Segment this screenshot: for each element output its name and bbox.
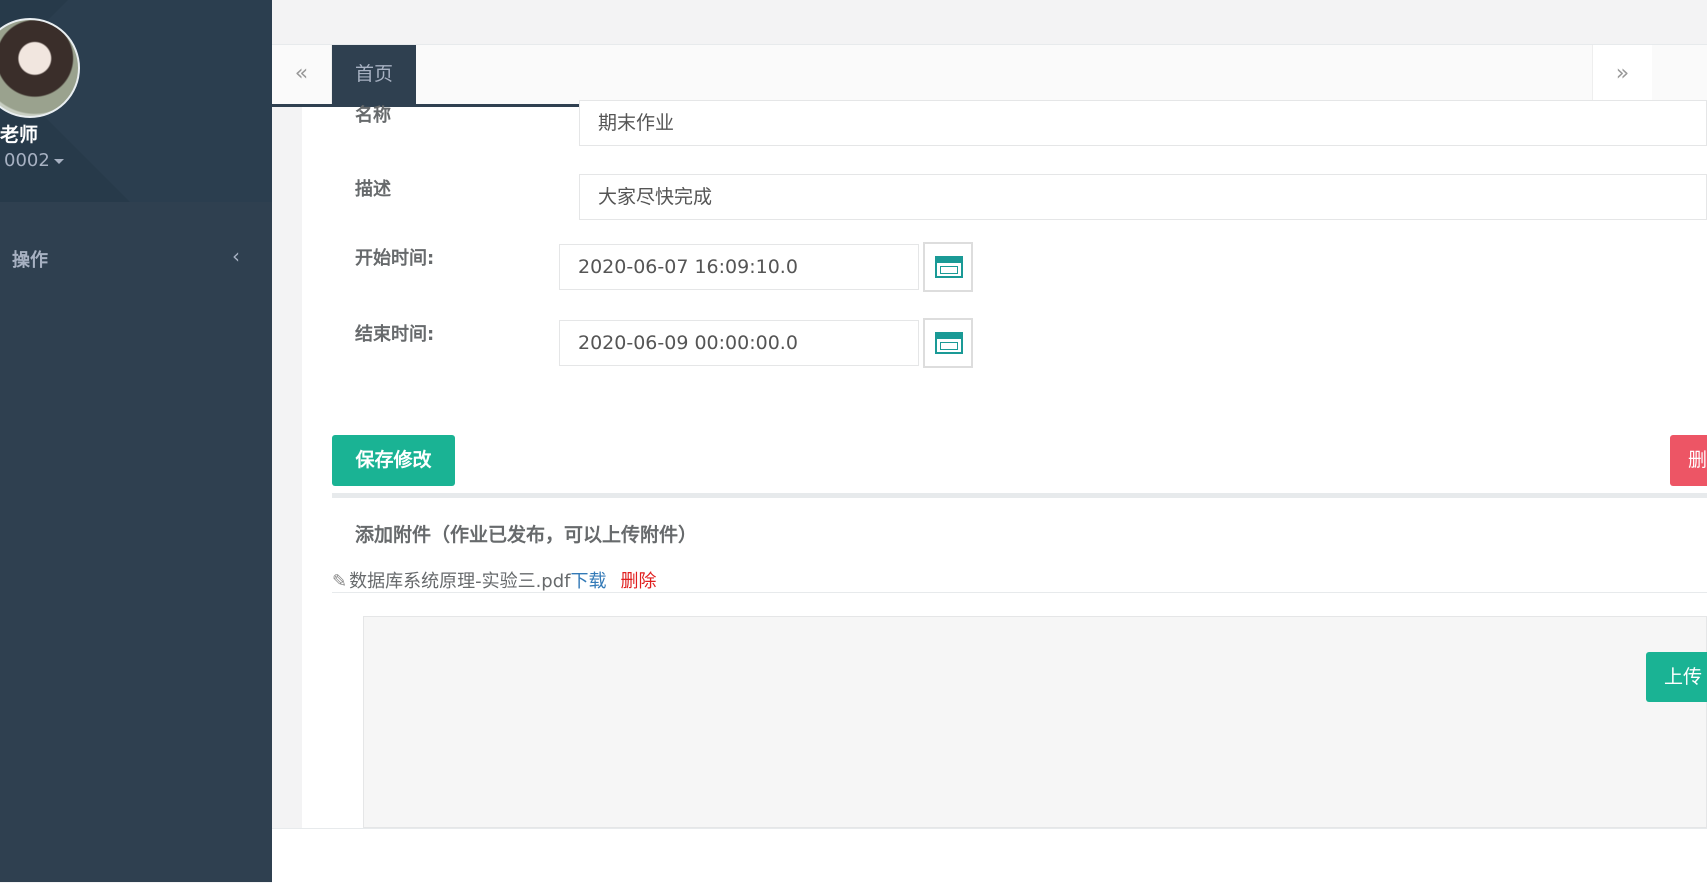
chevron-left-icon: ‹ (232, 244, 240, 268)
sidebar: 老师 0002 操作 ‹ (0, 0, 272, 882)
tab-home[interactable]: 首页 (332, 45, 416, 104)
paperclip-icon: ✎ (332, 571, 348, 592)
caret-down-icon (53, 158, 64, 164)
upload-button[interactable]: 上传 (1646, 652, 1707, 702)
start-time-label: 开始时间: (355, 248, 435, 269)
name-field[interactable]: 期末作业 (579, 100, 1707, 146)
tab-scroll-right-button[interactable]: » (1592, 45, 1652, 104)
upload-dropzone[interactable] (363, 616, 1707, 828)
profile-panel: 老师 0002 (0, 0, 272, 202)
user-name: 老师 (0, 124, 39, 146)
sidebar-item-label: 操作 (12, 250, 48, 271)
remove-attachment-link[interactable]: 删除 (621, 571, 657, 592)
footer-bar (272, 828, 1707, 883)
name-label: 名称 (355, 105, 391, 126)
end-time-field[interactable]: 2020-06-09 00:00:00.0 (559, 320, 919, 366)
tab-bar: « 首页 » (272, 45, 1707, 107)
end-time-label: 结束时间: (355, 324, 435, 345)
end-calendar-button[interactable] (923, 318, 973, 368)
start-time-field[interactable]: 2020-06-07 16:09:10.0 (559, 244, 919, 290)
description-field[interactable]: 大家尽快完成 (579, 174, 1707, 220)
user-id-dropdown[interactable]: 0002 (4, 150, 64, 171)
user-id: 0002 (4, 150, 50, 171)
calendar-icon (935, 332, 963, 354)
start-calendar-button[interactable] (923, 242, 973, 292)
top-header (272, 0, 1707, 45)
attachment-item: ✎ 数据库系统原理-实验三.pdf下载 删除 (332, 567, 657, 593)
attachments-title: 添加附件（作业已发布，可以上传附件） (355, 524, 698, 546)
calendar-icon (935, 256, 963, 278)
sidebar-item-operations[interactable]: 操作 ‹ (0, 236, 272, 280)
tab-scroll-left-button[interactable]: « (272, 45, 332, 104)
attachment-divider (332, 592, 1707, 593)
save-button[interactable]: 保存修改 (332, 435, 455, 486)
section-divider (332, 493, 1707, 498)
download-link[interactable]: 下载 (571, 571, 607, 592)
attachment-filename: 数据库系统原理-实验三.pdf (349, 571, 571, 592)
description-label: 描述 (355, 179, 391, 200)
delete-button[interactable]: 删除 (1670, 435, 1707, 486)
